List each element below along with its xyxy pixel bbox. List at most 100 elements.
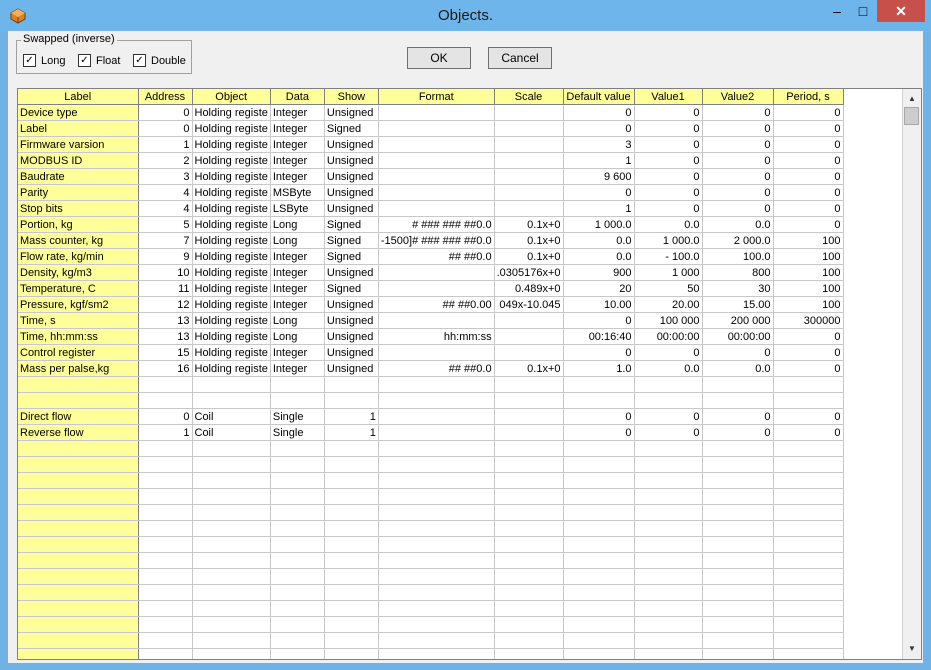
table-cell[interactable] (378, 552, 495, 569)
table-cell[interactable]: 0 (563, 104, 635, 121)
table-cell[interactable]: Holding registe (192, 248, 271, 265)
table-cell[interactable]: Unsigned (324, 104, 379, 121)
table-cell[interactable] (494, 536, 564, 553)
table-row[interactable] (18, 632, 844, 649)
table-cell[interactable] (634, 536, 703, 553)
table-cell[interactable]: ## ##0.0 (378, 360, 495, 377)
table-cell[interactable]: MSByte (270, 184, 325, 201)
row-label-cell[interactable]: Label (18, 120, 139, 137)
table-cell[interactable] (773, 392, 844, 409)
row-label-cell[interactable]: Time, hh:mm:ss (18, 328, 139, 345)
table-cell[interactable]: 00:16:40 (563, 328, 635, 345)
table-cell[interactable] (563, 584, 635, 601)
table-cell[interactable]: 0 (773, 120, 844, 137)
table-cell[interactable] (192, 632, 271, 649)
table-cell[interactable] (138, 440, 193, 457)
table-cell[interactable] (138, 584, 193, 601)
table-cell[interactable]: 0 (702, 200, 774, 217)
table-row[interactable] (18, 456, 844, 473)
table-cell[interactable] (563, 472, 635, 489)
table-cell[interactable]: 049x-10.045 (494, 296, 564, 313)
ok-button[interactable]: OK (407, 47, 471, 69)
table-cell[interactable] (192, 488, 271, 505)
vertical-scrollbar[interactable]: ▲ ▼ (902, 89, 921, 659)
row-label-cell[interactable]: Density, kg/m3 (18, 264, 139, 281)
table-cell[interactable]: 1 000 (634, 264, 703, 281)
column-header[interactable]: Default value (563, 89, 635, 105)
table-cell[interactable] (773, 488, 844, 505)
table-row[interactable]: Firmware varsion 1 Holding registe Integer U… (18, 136, 844, 153)
table-cell[interactable]: 200 000 (702, 312, 774, 329)
table-cell[interactable] (494, 104, 564, 121)
table-cell[interactable]: Integer (270, 264, 325, 281)
column-header[interactable]: Address (138, 89, 193, 105)
table-cell[interactable]: 0 (634, 168, 703, 185)
row-label-cell[interactable]: Pressure, kgf/sm2 (18, 296, 139, 313)
table-cell[interactable]: 00:00:00 (634, 328, 703, 345)
table-cell[interactable]: 10 (138, 264, 193, 281)
table-cell[interactable]: 0 (773, 152, 844, 169)
table-cell[interactable] (192, 600, 271, 617)
float-checkbox[interactable]: ✓ Float (78, 54, 120, 67)
table-cell[interactable]: Integer (270, 296, 325, 313)
row-label-cell[interactable] (18, 648, 139, 659)
table-cell[interactable] (773, 568, 844, 585)
table-cell[interactable]: 0 (702, 136, 774, 153)
row-label-cell[interactable] (18, 600, 139, 617)
scroll-up-arrow-icon[interactable]: ▲ (903, 91, 921, 107)
table-cell[interactable]: Holding registe (192, 328, 271, 345)
table-cell[interactable] (634, 616, 703, 633)
table-cell[interactable] (138, 648, 193, 659)
table-cell[interactable] (773, 648, 844, 659)
table-cell[interactable] (494, 520, 564, 537)
objects-grid[interactable]: Label Address Object Data Show Format Sc… (17, 88, 922, 660)
table-cell[interactable] (192, 568, 271, 585)
table-row[interactable] (18, 648, 844, 659)
table-cell[interactable] (192, 648, 271, 659)
table-cell[interactable]: 0.0 (702, 360, 774, 377)
table-cell[interactable]: Holding registe (192, 104, 271, 121)
table-cell[interactable]: 0.489x+0 (494, 280, 564, 297)
table-cell[interactable] (138, 616, 193, 633)
table-cell[interactable]: Unsigned (324, 360, 379, 377)
table-cell[interactable]: Holding registe (192, 120, 271, 137)
table-cell[interactable] (270, 536, 325, 553)
table-cell[interactable] (138, 536, 193, 553)
table-cell[interactable]: 0 (702, 344, 774, 361)
table-cell[interactable]: 0 (702, 120, 774, 137)
table-cell[interactable] (378, 152, 495, 169)
table-cell[interactable] (494, 552, 564, 569)
table-cell[interactable] (702, 632, 774, 649)
table-cell[interactable]: 100 (773, 248, 844, 265)
table-cell[interactable] (324, 568, 379, 585)
row-label-cell[interactable]: Direct flow (18, 408, 139, 425)
row-label-cell[interactable] (18, 536, 139, 553)
table-cell[interactable] (494, 600, 564, 617)
table-cell[interactable] (324, 648, 379, 659)
table-cell[interactable] (702, 488, 774, 505)
table-cell[interactable]: Integer (270, 152, 325, 169)
table-cell[interactable] (270, 376, 325, 393)
table-cell[interactable]: Holding registe (192, 152, 271, 169)
table-cell[interactable] (138, 552, 193, 569)
table-cell[interactable] (773, 440, 844, 457)
table-row[interactable]: Device type 0 Holding registe Integer Unsign… (18, 104, 844, 121)
table-cell[interactable]: 10.00 (563, 296, 635, 313)
table-cell[interactable] (634, 472, 703, 489)
table-cell[interactable]: Long (270, 232, 325, 249)
table-cell[interactable] (324, 392, 379, 409)
table-cell[interactable] (702, 392, 774, 409)
table-cell[interactable]: 0 (634, 136, 703, 153)
table-cell[interactable] (494, 312, 564, 329)
table-row[interactable]: Control register 15 Holding registe Integer… (18, 344, 844, 361)
table-cell[interactable]: Unsigned (324, 344, 379, 361)
table-cell[interactable] (270, 648, 325, 659)
table-cell[interactable] (494, 200, 564, 217)
table-cell[interactable]: Unsigned (324, 168, 379, 185)
row-label-cell[interactable] (18, 520, 139, 537)
table-cell[interactable]: 100 (773, 264, 844, 281)
table-cell[interactable]: 1 (324, 408, 379, 425)
table-cell[interactable]: Unsigned (324, 312, 379, 329)
table-cell[interactable]: 0 (773, 136, 844, 153)
table-cell[interactable]: 1 (563, 200, 635, 217)
